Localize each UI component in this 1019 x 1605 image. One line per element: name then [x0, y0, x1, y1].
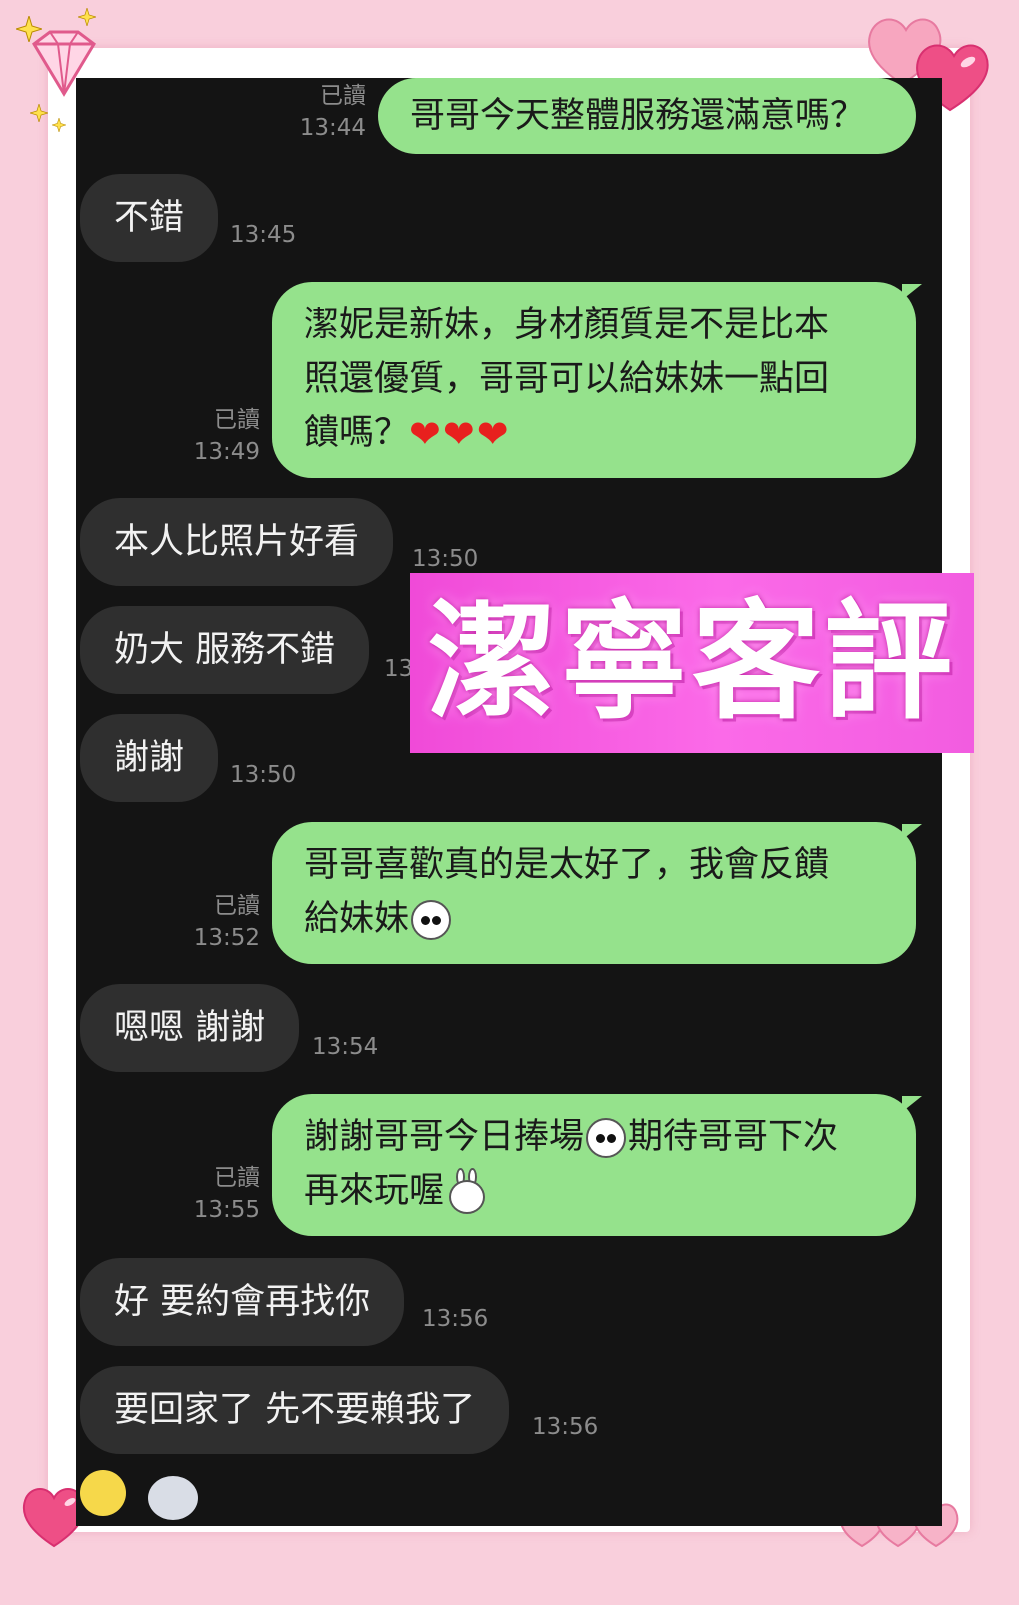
- message-text-line: 再來玩喔: [304, 1171, 445, 1211]
- message-time: 13:44: [299, 115, 366, 141]
- incoming-message-bubble[interactable]: 不錯: [80, 174, 219, 262]
- read-receipt: 已讀: [214, 1165, 260, 1191]
- message-text-line: 照還優質，哥哥可以給妹妹一點回: [304, 359, 830, 399]
- message-text-line: 期待哥哥下次: [628, 1117, 839, 1157]
- message-text-line: 謝謝哥哥今日捧場: [304, 1117, 585, 1157]
- incoming-message-bubble[interactable]: 謝謝: [80, 714, 219, 802]
- message-text-line: 給妹妹: [304, 899, 410, 939]
- incoming-message-bubble[interactable]: 嗯嗯 謝謝: [80, 984, 300, 1072]
- sparkle-icon: [30, 104, 48, 122]
- message-text-line: 哥哥喜歡真的是太好了，我會反饋: [304, 845, 830, 885]
- panda-face-sticker-icon: [586, 1118, 627, 1158]
- message-text-line: 潔妮是新妹，身材顏質是不是比本: [304, 305, 830, 345]
- message-time: 13:55: [193, 1197, 260, 1223]
- red-heart-icon: ❤: [476, 412, 509, 456]
- message-time: 13:52: [193, 925, 260, 951]
- panda-face-sticker-icon: [411, 900, 452, 940]
- sticker-icon[interactable]: [148, 1476, 198, 1520]
- sparkle-icon: [16, 16, 42, 42]
- bunny-face-sticker-icon: [446, 1168, 488, 1216]
- message-time: 13:56: [422, 1306, 489, 1332]
- incoming-message-bubble[interactable]: 本人比照片好看: [80, 498, 394, 586]
- read-receipt: 已讀: [320, 83, 366, 109]
- read-receipt: 已讀: [214, 407, 260, 433]
- message-text: 要回家了 先不要賴我了: [114, 1390, 476, 1430]
- incoming-message-bubble[interactable]: 要回家了 先不要賴我了: [80, 1366, 510, 1454]
- incoming-message-bubble[interactable]: 奶大 服務不錯: [80, 606, 370, 694]
- message-text: 哥哥今天整體服務還滿意嗎？: [410, 96, 866, 136]
- message-time: 13:56: [532, 1414, 599, 1440]
- bubble-tail: [902, 1096, 922, 1112]
- message-meta: 已讀 13:44: [292, 80, 366, 144]
- red-heart-icon: ❤: [409, 412, 441, 456]
- outgoing-message-bubble[interactable]: 潔妮是新妹，身材顏質是不是比本 照還優質，哥哥可以給妹妹一點回 饋嗎？❤❤❤: [272, 282, 916, 478]
- outgoing-message-bubble[interactable]: 謝謝哥哥今日捧場 期待哥哥下次 再來玩喔: [272, 1094, 916, 1236]
- bubble-tail: [902, 824, 922, 840]
- message-text: 奶大 服務不錯: [114, 630, 336, 670]
- read-receipt: 已讀: [214, 893, 260, 919]
- chat-window[interactable]: 已讀 13:44 哥哥今天整體服務還滿意嗎？ 不錯 13:45 已讀 13:49…: [76, 78, 942, 1526]
- outgoing-message-bubble[interactable]: 哥哥喜歡真的是太好了，我會反饋 給妹妹: [272, 822, 916, 964]
- message-text: 本人比照片好看: [114, 522, 360, 562]
- sparkle-icon: [52, 118, 66, 132]
- message-time: 13:50: [230, 762, 297, 788]
- message-time: 13:45: [230, 222, 297, 248]
- message-time: 13:49: [193, 439, 260, 465]
- title-overlay: 潔寧客評: [410, 573, 974, 753]
- message-text: 嗯嗯 謝謝: [114, 1008, 266, 1048]
- message-meta: 已讀 13:52: [186, 890, 260, 954]
- message-text: 謝謝: [114, 738, 185, 778]
- message-meta: 已讀 13:55: [186, 1162, 260, 1226]
- outgoing-message-bubble[interactable]: 哥哥今天整體服務還滿意嗎？: [378, 78, 916, 154]
- message-time: 13:50: [412, 546, 479, 572]
- message-time: 13:54: [312, 1034, 379, 1060]
- overlay-title: 潔寧客評: [427, 588, 956, 737]
- red-heart-icon: ❤: [442, 412, 475, 456]
- message-text: 不錯: [114, 198, 185, 238]
- message-meta: 已讀 13:49: [186, 404, 260, 468]
- message-text-line: 饋嗎？: [304, 413, 410, 453]
- emoji-face-icon[interactable]: [80, 1470, 126, 1516]
- bubble-tail: [902, 284, 922, 300]
- sparkle-icon: [78, 8, 96, 26]
- incoming-message-bubble[interactable]: 好 要約會再找你: [80, 1258, 405, 1346]
- message-text: 好 要約會再找你: [114, 1282, 371, 1322]
